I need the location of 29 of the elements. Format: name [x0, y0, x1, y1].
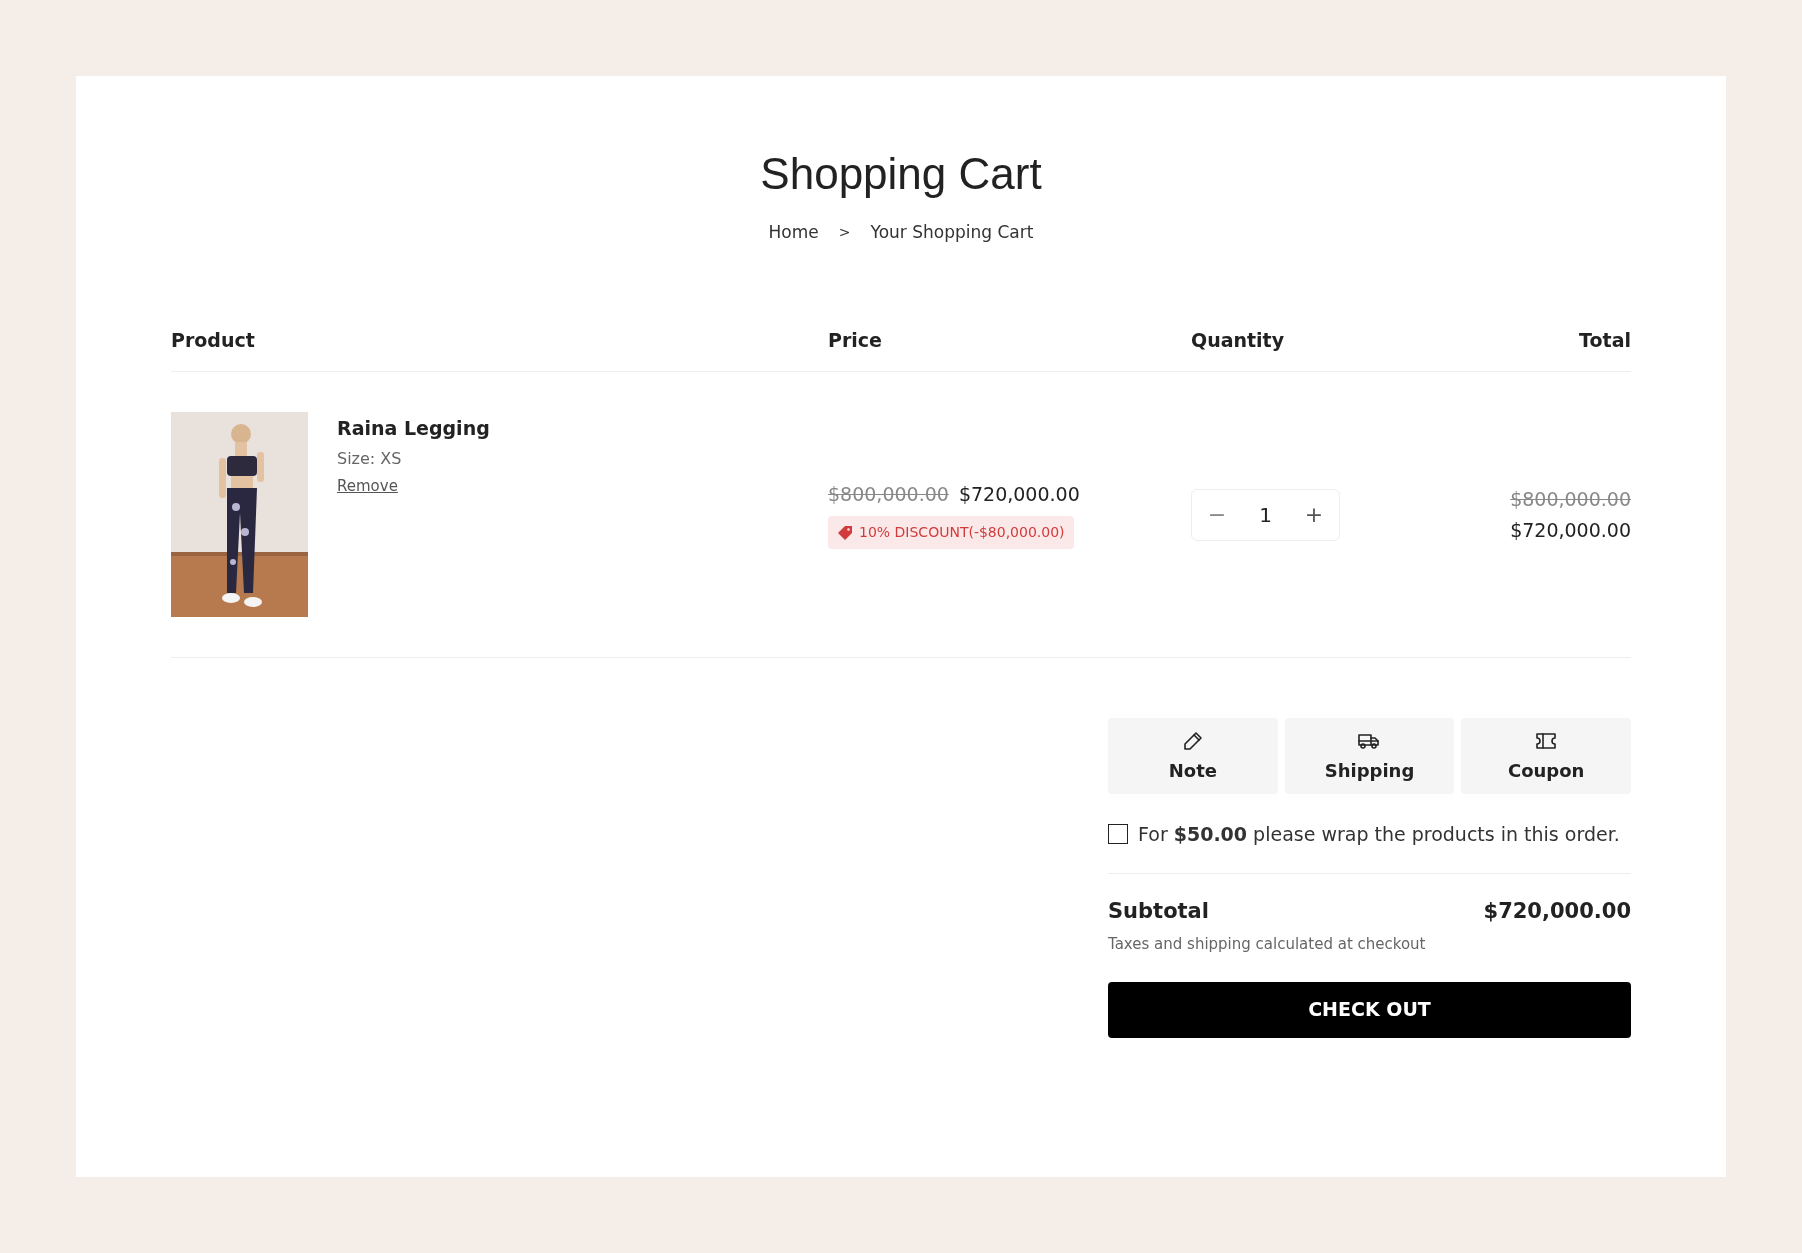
- tax-note: Taxes and shipping calculated at checkout: [1108, 934, 1427, 955]
- original-total: $800,000.00: [1510, 487, 1631, 512]
- breadcrumb-separator: >: [838, 223, 851, 243]
- remove-link[interactable]: Remove: [337, 474, 490, 497]
- gift-wrap-checkbox[interactable]: [1108, 824, 1128, 845]
- product-size: Size: XS: [337, 447, 403, 470]
- column-header: Total: [1579, 328, 1631, 351]
- subtotal-value: $720,000.00: [1483, 897, 1631, 925]
- discount-text: 10% DISCOUNT(-$80,000.00): [859, 523, 1065, 543]
- gift-wrap-label: For $50.00 please wrap the products in this order.: [1138, 822, 1620, 847]
- product-name: Raina Legging: [337, 416, 490, 441]
- column-header: Price: [828, 328, 882, 351]
- sale-price: $720,000.00: [958, 481, 1080, 507]
- line-total: $720,000.00: [1510, 517, 1631, 543]
- original-price: $800,000.00: [828, 481, 949, 507]
- breadcrumb-link[interactable]: Home: [768, 220, 819, 246]
- tag-icon: [837, 524, 853, 541]
- page-title: Shopping Cart: [759, 148, 1043, 200]
- cart-tab[interactable]: Note: [1108, 718, 1278, 794]
- cart-tab[interactable]: Coupon: [1461, 718, 1631, 794]
- checkout-button[interactable]: CHECK OUT: [1108, 981, 1631, 1038]
- column-header: Product: [171, 328, 255, 351]
- column-header: Quantity: [1191, 328, 1285, 351]
- subtotal-label: Subtotal: [1108, 897, 1209, 925]
- breadcrumb-link[interactable]: Your Shopping Cart: [870, 220, 1034, 246]
- quantity-value[interactable]: 1: [1242, 499, 1289, 530]
- decrease-button[interactable]: −: [1192, 498, 1242, 531]
- increase-button[interactable]: +: [1289, 498, 1339, 531]
- cart-tab[interactable]: Shipping: [1284, 718, 1455, 794]
